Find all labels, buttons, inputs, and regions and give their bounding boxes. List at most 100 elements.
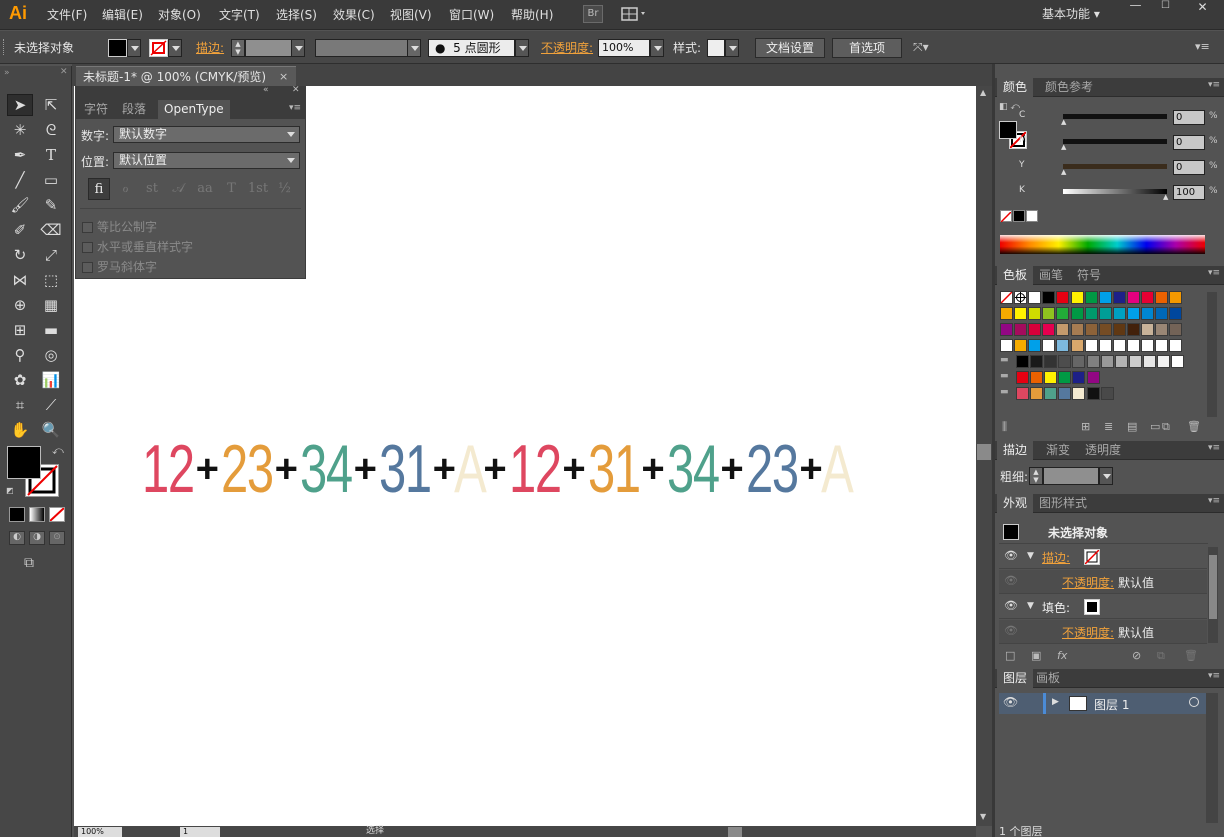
swatch[interactable] bbox=[1028, 339, 1042, 352]
close-tools-icon[interactable]: ✕ bbox=[60, 67, 68, 77]
swatch[interactable] bbox=[1084, 307, 1098, 320]
appearance-row[interactable]: 👁 ▼ 描边: bbox=[999, 545, 1207, 569]
swatch[interactable] bbox=[1126, 339, 1140, 352]
menu-item[interactable]: 视图(V) bbox=[390, 6, 432, 23]
swatch[interactable] bbox=[1112, 307, 1126, 320]
paintbrush-tool-icon[interactable]: 🖌 bbox=[8, 194, 32, 216]
swatches-scrollbar[interactable] bbox=[1207, 292, 1217, 417]
swatch[interactable] bbox=[1070, 323, 1084, 336]
default-fill-stroke-icon[interactable]: ◧ ⤺ bbox=[999, 102, 1020, 112]
swatch[interactable] bbox=[1042, 307, 1056, 320]
swatch[interactable] bbox=[1058, 355, 1072, 368]
selection-tool-icon[interactable]: ➤ bbox=[8, 94, 32, 116]
slider-handle-icon[interactable]: ▲ bbox=[1061, 143, 1066, 151]
opacity-attribute-label[interactable]: 不透明度: bbox=[1062, 624, 1114, 641]
default-colors-icon[interactable]: ◩ bbox=[6, 486, 14, 495]
close-panel-icon[interactable]: ✕ bbox=[292, 85, 300, 95]
panel-menu-icon[interactable]: ▾≡ bbox=[1208, 671, 1220, 681]
pen-tool-icon[interactable]: ✒ bbox=[8, 144, 32, 166]
screen-mode-icon[interactable]: ⧉ bbox=[24, 555, 34, 571]
menu-item[interactable]: 文字(T) bbox=[219, 6, 260, 23]
close-window-button[interactable]: ✕ bbox=[1181, 0, 1224, 15]
fill-attribute-label[interactable]: 填色: bbox=[1042, 599, 1070, 616]
swatch[interactable] bbox=[1014, 307, 1028, 320]
swatch-library-icon[interactable]: ⫼ bbox=[1002, 420, 1007, 434]
swatch[interactable] bbox=[1112, 323, 1126, 336]
swatch[interactable] bbox=[1098, 307, 1112, 320]
delete-item-icon[interactable]: 🗑 bbox=[1184, 649, 1198, 662]
column-graph-tool-icon[interactable]: 📊 bbox=[39, 369, 63, 391]
visibility-eye-icon[interactable]: 👁 bbox=[1004, 549, 1018, 562]
duplicate-item-icon[interactable]: ⧉ bbox=[1157, 649, 1165, 663]
collapse-panel-icon[interactable]: « bbox=[263, 85, 269, 95]
perspective-grid-tool-icon[interactable]: ▦ bbox=[39, 294, 63, 316]
variable-width-profile[interactable] bbox=[315, 39, 408, 57]
rotate-tool-icon[interactable]: ↻ bbox=[8, 244, 32, 266]
expand-icon[interactable]: ▼ bbox=[1027, 551, 1034, 561]
mesh-tool-icon[interactable]: ⊞ bbox=[8, 319, 32, 341]
opacity-attribute-label[interactable]: 不透明度: bbox=[1062, 574, 1114, 591]
channel-slider[interactable] bbox=[1063, 139, 1167, 144]
panel-menu-icon[interactable]: ▾≡ bbox=[1208, 443, 1220, 453]
channel-value-input[interactable]: 0 bbox=[1173, 160, 1205, 175]
white-swatch[interactable] bbox=[1026, 210, 1038, 222]
scroll-down-icon[interactable]: ▼ bbox=[980, 812, 986, 821]
swatch[interactable] bbox=[1072, 371, 1086, 384]
swatch[interactable] bbox=[1044, 355, 1058, 368]
opentype-glyph-button[interactable]: T bbox=[221, 178, 243, 200]
swatch[interactable] bbox=[1141, 307, 1154, 320]
scroll-thumb[interactable] bbox=[977, 444, 991, 460]
swatch[interactable] bbox=[1000, 339, 1013, 352]
opentype-glyph-button[interactable]: aa bbox=[194, 178, 216, 200]
panel-tab[interactable]: 渐变 bbox=[1040, 441, 1076, 460]
swatch[interactable] bbox=[1112, 291, 1126, 304]
swatch[interactable] bbox=[1016, 387, 1029, 400]
swatch[interactable] bbox=[1072, 387, 1086, 400]
bridge-button[interactable]: Br bbox=[583, 5, 603, 23]
layer-row[interactable]: 👁 ▶ 图层 1 bbox=[999, 693, 1206, 714]
swatch[interactable] bbox=[1098, 323, 1112, 336]
swatch[interactable] bbox=[1028, 291, 1042, 304]
gradient-mode-icon[interactable] bbox=[29, 507, 45, 522]
appearance-row[interactable]: 👁 不透明度: 默认值 bbox=[999, 620, 1207, 644]
swatch[interactable] bbox=[1000, 323, 1013, 336]
panel-tab[interactable]: 图层 bbox=[997, 669, 1034, 688]
registration-swatch[interactable] bbox=[1014, 291, 1028, 304]
symbol-sprayer-tool-icon[interactable]: ✿ bbox=[8, 369, 32, 391]
swatch[interactable] bbox=[1155, 323, 1169, 336]
panel-tab[interactable]: 色板 bbox=[997, 266, 1034, 285]
appearance-row[interactable]: 👁 ▼ 填色: bbox=[999, 595, 1207, 619]
swatch[interactable] bbox=[1084, 339, 1098, 352]
channel-value-input[interactable]: 100 bbox=[1173, 185, 1205, 200]
menu-item[interactable]: 文件(F) bbox=[47, 6, 87, 23]
stroke-swatch-box[interactable] bbox=[1084, 549, 1100, 565]
free-transform-tool-icon[interactable]: ⬚ bbox=[39, 269, 63, 291]
swatch[interactable] bbox=[1044, 387, 1058, 400]
horizontal-scroll-thumb[interactable] bbox=[728, 827, 742, 837]
swatch[interactable] bbox=[1070, 307, 1084, 320]
control-menu-icon[interactable]: ▾≡ bbox=[1195, 40, 1210, 53]
show-kinds-icon[interactable]: ⊞ bbox=[1081, 420, 1090, 433]
stroke-weight-input[interactable] bbox=[245, 39, 292, 57]
swatch-options-icon[interactable]: ≣ bbox=[1104, 420, 1113, 433]
new-folder-icon[interactable]: ▭ bbox=[1150, 420, 1160, 433]
opentype-glyph-button[interactable]: ℴ bbox=[115, 178, 137, 200]
swatch[interactable] bbox=[1141, 339, 1154, 352]
panel-menu-icon[interactable]: ▾≡ bbox=[289, 103, 301, 113]
channel-value-input[interactable]: 0 bbox=[1173, 135, 1205, 150]
menu-item[interactable]: 窗口(W) bbox=[449, 6, 494, 23]
menu-item[interactable]: 效果(C) bbox=[333, 6, 375, 23]
new-swatch-icon[interactable]: ⧉ bbox=[1162, 420, 1170, 434]
swatch[interactable] bbox=[1056, 291, 1070, 304]
scroll-up-icon[interactable]: ▲ bbox=[980, 88, 986, 97]
visibility-eye-icon[interactable]: 👁 bbox=[1004, 624, 1018, 637]
fill-swatch-box[interactable] bbox=[1084, 599, 1100, 615]
panel-tab[interactable]: 画笔 bbox=[1033, 266, 1069, 285]
menu-item[interactable]: 选择(S) bbox=[276, 6, 317, 23]
appearance-row[interactable]: 👁 不透明度: 默认值 bbox=[999, 570, 1207, 594]
swatch[interactable] bbox=[1098, 339, 1112, 352]
draw-normal-icon[interactable]: ◐ bbox=[9, 531, 25, 545]
swatch[interactable] bbox=[1155, 307, 1169, 320]
delete-swatch-icon[interactable]: 🗑 bbox=[1187, 420, 1201, 433]
line-tool-icon[interactable]: ╱ bbox=[8, 169, 32, 191]
